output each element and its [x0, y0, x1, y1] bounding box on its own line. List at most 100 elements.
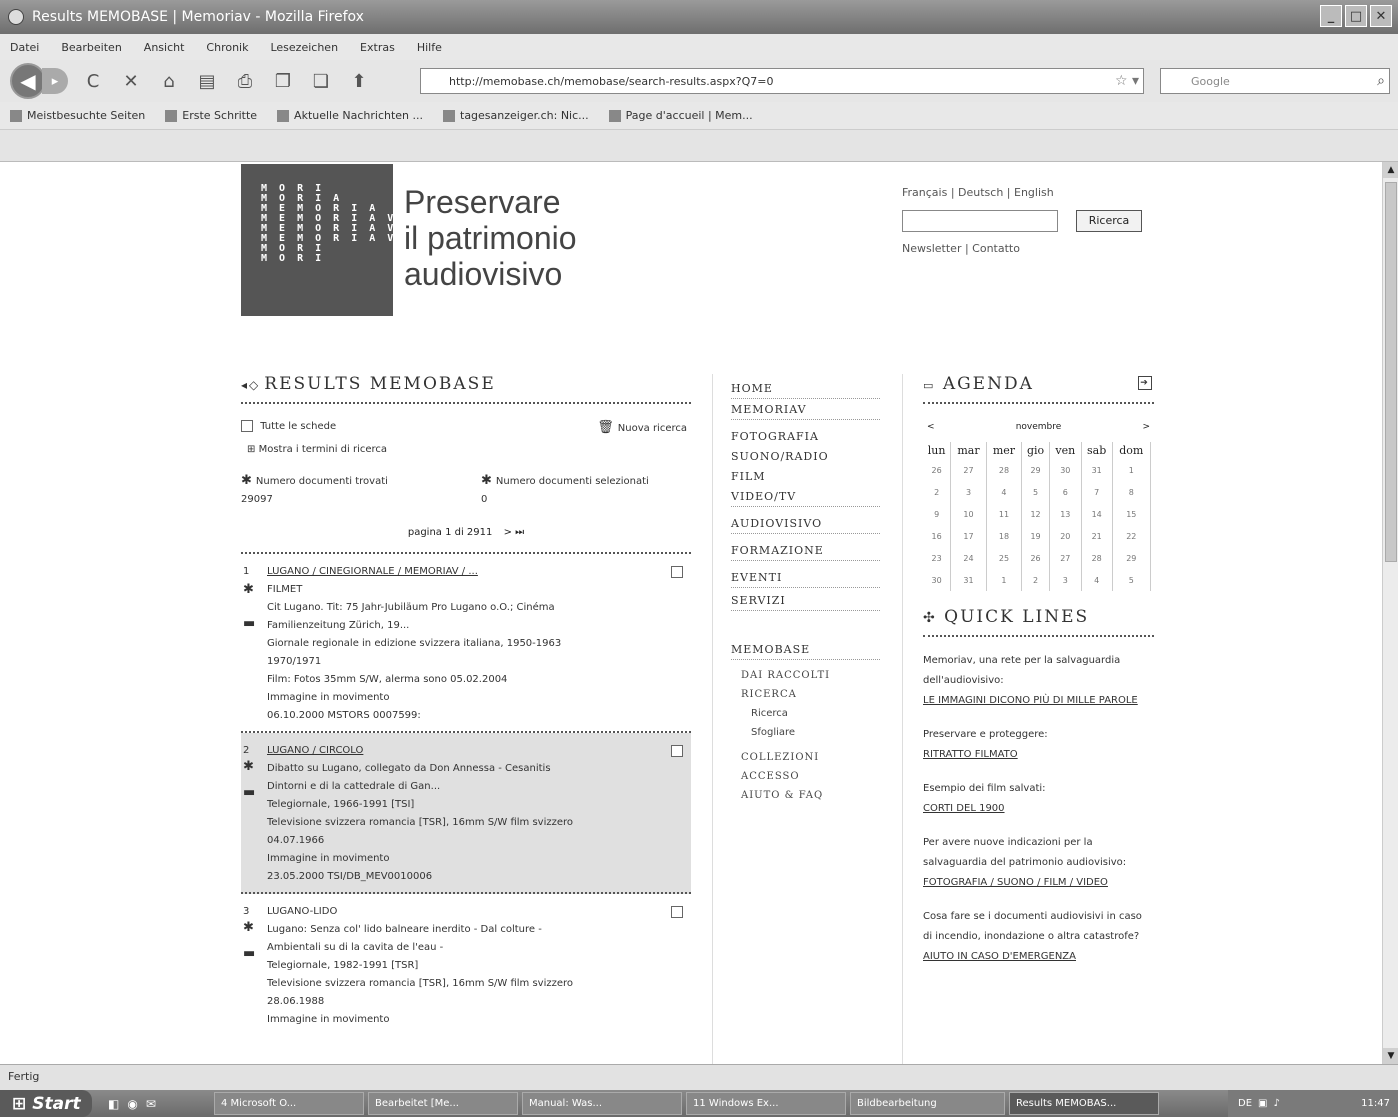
calendar-day[interactable]: 18: [986, 525, 1023, 547]
quicklink-link[interactable]: FOTOGRAFIA / SUONO / FILM / VIDEO: [923, 877, 1108, 888]
calendar-day[interactable]: 5: [1112, 569, 1152, 591]
calendar-day[interactable]: 15: [1112, 503, 1152, 525]
calendar-day[interactable]: 29: [1021, 459, 1050, 481]
calendar-day[interactable]: 28: [986, 459, 1023, 481]
calendar-day[interactable]: 23: [923, 547, 952, 569]
quicklink-link[interactable]: RITRATTO FILMATO: [923, 749, 1018, 760]
menu-history[interactable]: Chronik: [206, 41, 248, 54]
calendar-day[interactable]: 6: [1049, 481, 1082, 503]
start-button[interactable]: ⊞ Start: [0, 1090, 92, 1117]
calendar-next-button[interactable]: >: [1142, 422, 1150, 432]
calendar-day[interactable]: 1: [986, 569, 1023, 591]
calendar-day[interactable]: 12: [1021, 503, 1050, 525]
calendar-day[interactable]: 4: [986, 481, 1023, 503]
language-links[interactable]: Français | Deutsch | English: [902, 186, 1054, 199]
quicklink-link[interactable]: AIUTO IN CASO D'EMERGENZA: [923, 951, 1076, 962]
calendar-day[interactable]: 26: [923, 459, 952, 481]
nav-suono-radio[interactable]: SUONO/RADIO: [731, 446, 880, 466]
calendar-day[interactable]: 11: [986, 503, 1023, 525]
task-button[interactable]: Manual: Was...: [522, 1092, 682, 1115]
site-search-button[interactable]: Ricerca: [1076, 210, 1142, 232]
new-search-link[interactable]: 🗑 Nuova ricerca: [597, 420, 687, 435]
calendar-day[interactable]: 27: [950, 459, 987, 481]
page-scrollbar[interactable]: ▲ ▼: [1382, 162, 1398, 1064]
nav-video-tv[interactable]: VIDEO/TV: [731, 486, 880, 507]
calendar-day[interactable]: 24: [950, 547, 987, 569]
calendar-day[interactable]: 19: [1021, 525, 1050, 547]
scrollbar-thumb[interactable]: [1385, 182, 1397, 562]
minimize-button[interactable]: _: [1320, 5, 1342, 27]
rss-icon[interactable]: ➔: [1138, 376, 1152, 390]
calendar-day[interactable]: 30: [923, 569, 952, 591]
calendar-day[interactable]: 28: [1081, 547, 1113, 569]
task-button[interactable]: 11 Windows Ex...: [686, 1092, 846, 1115]
menu-view[interactable]: Ansicht: [144, 41, 185, 54]
show-terms-link[interactable]: ⊞ Mostra i termini di ricerca: [247, 444, 691, 455]
back-button[interactable]: ◀: [10, 63, 46, 99]
calendar-day[interactable]: 20: [1049, 525, 1082, 547]
scroll-up-button[interactable]: ▲: [1383, 162, 1398, 178]
search-icon[interactable]: ⌕: [1377, 73, 1385, 89]
url-bar[interactable]: http://memobase.ch/memobase/search-resul…: [420, 68, 1144, 94]
nav-fotografia[interactable]: FOTOGRAFIA: [731, 426, 880, 446]
calendar-day[interactable]: 2: [923, 481, 952, 503]
close-button[interactable]: ✕: [1370, 5, 1392, 27]
bookmark-tagesanzeiger[interactable]: tagesanzeiger.ch: Nic...: [443, 109, 589, 122]
nav-formazione[interactable]: FORMAZIONE: [731, 540, 880, 561]
calendar-day[interactable]: 16: [923, 525, 952, 547]
task-button-active[interactable]: Results MEMOBAS...: [1009, 1092, 1159, 1115]
task-button[interactable]: Bildbearbeitung: [850, 1092, 1005, 1115]
copy-button[interactable]: ❐: [270, 68, 296, 94]
volume-icon[interactable]: ♪: [1273, 1098, 1279, 1109]
calendar-day[interactable]: 3: [950, 481, 987, 503]
bookmark-most-visited[interactable]: Meistbesuchte Seiten: [10, 109, 145, 122]
calendar-day[interactable]: 13: [1049, 503, 1082, 525]
result-checkbox[interactable]: [671, 906, 683, 918]
forward-button[interactable]: ▸: [42, 68, 68, 94]
result-title-link[interactable]: LUGANO / CINEGIORNALE / MEMORIAV / ...: [267, 566, 478, 577]
nav-sfogliare[interactable]: Sfogliare: [731, 723, 880, 742]
calendar-day[interactable]: 25: [986, 547, 1023, 569]
nav-memoriav[interactable]: MEMORIAV: [731, 399, 880, 420]
menu-file[interactable]: Datei: [10, 41, 39, 54]
calendar-day[interactable]: 9: [923, 503, 952, 525]
nav-servizi[interactable]: SERVIZI: [731, 590, 880, 611]
memoriav-logo[interactable]: M O R I M O R I A M E M O R I A M E M O …: [241, 164, 393, 316]
nav-ricerca[interactable]: RICERCA: [731, 685, 880, 704]
calendar-day[interactable]: 2: [1021, 569, 1050, 591]
quicklink-link[interactable]: LE IMMAGINI DICONO PIÙ DI MILLE PAROLE: [923, 695, 1138, 706]
calendar-day[interactable]: 17: [950, 525, 987, 547]
calendar-day[interactable]: 7: [1081, 481, 1113, 503]
nav-collezioni[interactable]: COLLEZIONI: [731, 748, 880, 767]
desktop-icon[interactable]: ◧: [108, 1097, 119, 1111]
nav-ricerca-sub[interactable]: Ricerca: [731, 704, 880, 723]
nav-memobase[interactable]: MEMOBASE: [731, 639, 880, 660]
print-button[interactable]: ⎙: [232, 68, 258, 94]
result-title-link[interactable]: LUGANO / CIRCOLO: [267, 745, 363, 756]
scroll-down-button[interactable]: ▼: [1383, 1048, 1398, 1064]
nav-eventi[interactable]: EVENTI: [731, 567, 880, 588]
pager-next-button[interactable]: > ⏭: [504, 527, 525, 538]
result-checkbox[interactable]: [671, 566, 683, 578]
mail-icon[interactable]: ✉: [146, 1097, 156, 1111]
nav-dai-raccolti[interactable]: DAI RACCOLTI: [731, 666, 880, 685]
network-icon[interactable]: ▣: [1258, 1098, 1267, 1109]
nav-aiuto-faq[interactable]: AIUTO & FAQ: [731, 786, 880, 805]
calendar-day[interactable]: 30: [1049, 459, 1082, 481]
calendar-day[interactable]: 31: [950, 569, 987, 591]
menu-bookmarks[interactable]: Lesezeichen: [270, 41, 338, 54]
calendar-prev-button[interactable]: <: [927, 422, 935, 432]
bookmark-getting-started[interactable]: Erste Schritte: [165, 109, 257, 122]
select-all-checkbox[interactable]: [241, 420, 253, 432]
bookmark-news[interactable]: Aktuelle Nachrichten ...: [277, 109, 423, 122]
home-button[interactable]: ⌂: [156, 68, 182, 94]
calendar-day[interactable]: 10: [950, 503, 987, 525]
calendar-day[interactable]: 14: [1081, 503, 1113, 525]
calendar-day[interactable]: 8: [1112, 481, 1152, 503]
result-checkbox[interactable]: [671, 745, 683, 757]
task-button[interactable]: 4 Microsoft O...: [214, 1092, 364, 1115]
site-search-input[interactable]: [902, 210, 1058, 232]
upload-button[interactable]: ⬆: [346, 68, 372, 94]
menu-help[interactable]: Hilfe: [417, 41, 442, 54]
calendar-day[interactable]: 26: [1021, 547, 1050, 569]
